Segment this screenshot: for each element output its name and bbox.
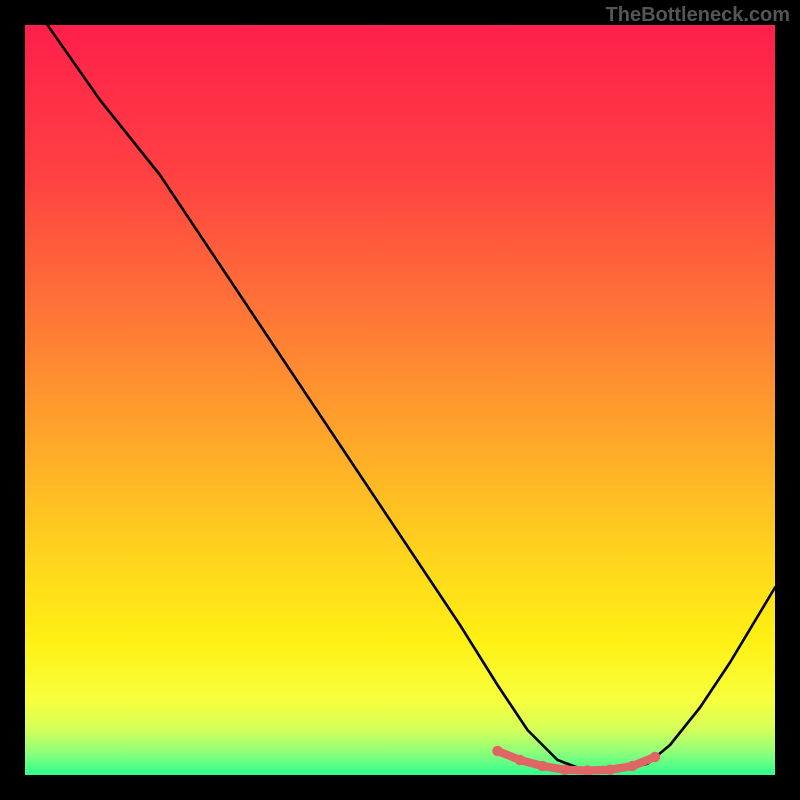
bottleneck-curve: [48, 25, 776, 771]
plot-area: [25, 25, 775, 775]
marker-dot: [650, 752, 661, 763]
marker-dot: [627, 761, 638, 772]
marker-dot: [515, 755, 526, 766]
marker-dot: [560, 765, 571, 775]
marker-dot: [605, 765, 616, 775]
marker-dot: [537, 761, 548, 772]
curve-layer: [25, 25, 775, 775]
chart-page: TheBottleneck.com: [0, 0, 800, 800]
watermark-text: TheBottleneck.com: [606, 4, 790, 27]
marker-dot: [492, 746, 503, 757]
